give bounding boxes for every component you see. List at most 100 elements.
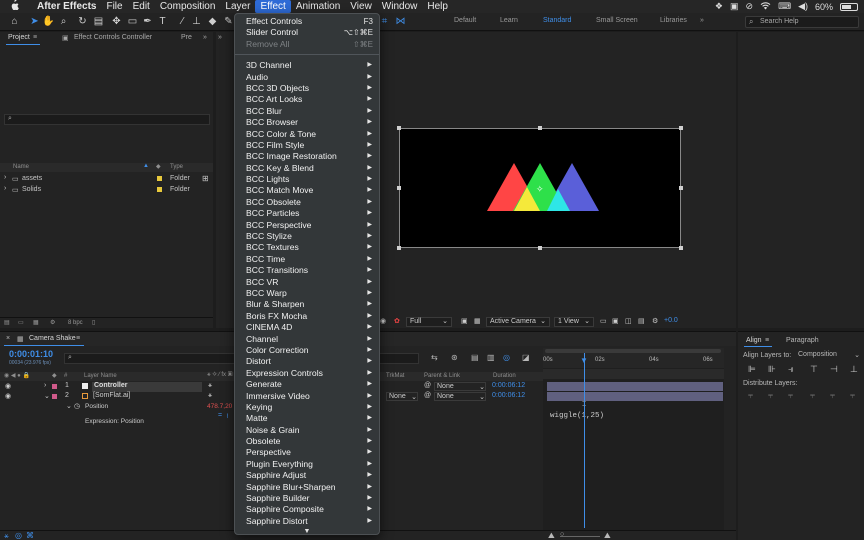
viewer-overflow-icon[interactable]: » — [218, 34, 222, 41]
dropbox-icon[interactable]: ❖ — [715, 1, 723, 12]
menu-item-bcc-particles[interactable]: BCC Particles ▶ — [235, 208, 379, 219]
menu-item-generate[interactable]: Generate ▶ — [235, 379, 379, 390]
workspace-libraries[interactable]: Libraries — [660, 17, 687, 24]
chevron-right-icon[interactable]: › — [4, 185, 6, 192]
menu-item-bcc-film-style[interactable]: BCC Film Style ▶ — [235, 140, 379, 151]
chevron-right-icon[interactable]: › — [44, 382, 46, 389]
align-bottom-icon[interactable]: ⊥ — [850, 364, 858, 375]
scroll-down-arrow-icon[interactable]: ▼ — [235, 527, 379, 537]
menu-item-noise-grain[interactable]: Noise & Grain ▶ — [235, 425, 379, 436]
column-layer-name[interactable]: Layer Name — [84, 373, 117, 379]
zoom-slider-handle[interactable]: ○ — [560, 531, 564, 538]
transform-handle[interactable] — [538, 126, 542, 130]
exposure-value[interactable]: +0.0 — [664, 317, 678, 324]
label-column-icon[interactable]: ◆ — [156, 163, 161, 170]
menu-item-color-correction[interactable]: Color Correction ▶ — [235, 345, 379, 356]
menu-item-perspective[interactable]: Perspective ▶ — [235, 447, 379, 458]
tab-camera-shake[interactable]: Camera Shake — [29, 335, 76, 342]
menu-item-bcc-warp[interactable]: BCC Warp ▶ — [235, 288, 379, 299]
transform-handle[interactable] — [679, 246, 683, 250]
sort-icon[interactable]: ▲ — [143, 163, 149, 169]
menu-animation[interactable]: Animation — [291, 0, 345, 13]
column-name[interactable]: Name — [13, 164, 29, 170]
menu-item-sapphire-blur-sharpen[interactable]: Sapphire Blur+Sharpen ▶ — [235, 482, 379, 493]
tab-project[interactable]: Project — [8, 34, 30, 41]
align-target-select[interactable]: Composition ⌄ — [796, 351, 860, 360]
align-horizontal-center-icon[interactable]: ⊪ — [768, 364, 776, 375]
transfer-controls-icon[interactable]: ◎ — [15, 531, 22, 540]
transform-handle[interactable] — [397, 126, 401, 130]
workspace-standard[interactable]: Standard — [543, 17, 571, 24]
workspace-default[interactable]: Default — [454, 17, 476, 24]
apple-menu-icon[interactable] — [10, 0, 22, 13]
stopwatch-icon[interactable]: ◷ — [74, 402, 80, 410]
panel-overflow-icon[interactable]: » — [203, 34, 207, 41]
tab-paragraph[interactable]: Paragraph — [786, 337, 819, 344]
menu-item-sapphire-builder[interactable]: Sapphire Builder ▶ — [235, 493, 379, 504]
eraser-tool-icon[interactable]: ◆ — [206, 15, 219, 28]
menu-item-bcc-transitions[interactable]: BCC Transitions ▶ — [235, 265, 379, 276]
layer-name[interactable]: [SomFlat.ai] — [93, 392, 130, 399]
align-top-icon[interactable]: ⊤ — [810, 364, 818, 375]
layer-duration[interactable]: 0:00:06:12 — [492, 392, 525, 399]
current-time[interactable]: 0:00:01:10 — [9, 349, 53, 359]
menu-item-keying[interactable]: Keying ▶ — [235, 402, 379, 413]
battery-percent[interactable]: 60% — [815, 2, 833, 12]
hand-tool-icon[interactable]: ✋ — [42, 15, 55, 28]
exposure-icon[interactable]: ⚙ — [652, 317, 658, 325]
menu-item-blur-sharpen[interactable]: Blur & Sharpen ▶ — [235, 299, 379, 310]
snapshot-icon[interactable]: ◉ — [380, 317, 386, 325]
workspace-learn[interactable]: Learn — [500, 17, 518, 24]
anchor-point-icon[interactable]: ✧ — [536, 185, 544, 195]
menu-item-bcc-lights[interactable]: BCC Lights ▶ — [235, 174, 379, 185]
new-composition-icon[interactable]: ▦ — [33, 319, 39, 326]
menu-item-obsolete[interactable]: Obsolete ▶ — [235, 436, 379, 447]
expression-enable-icon[interactable]: = — [218, 412, 222, 419]
menu-item-expression-controls[interactable]: Expression Controls ▶ — [235, 368, 379, 379]
transform-handle[interactable] — [397, 186, 401, 190]
new-folder-icon[interactable]: ▭ — [18, 319, 24, 326]
current-time-indicator[interactable] — [584, 353, 585, 528]
label-color[interactable] — [157, 187, 162, 192]
pen-tool-icon[interactable]: ✒ — [141, 15, 154, 28]
shy-icon[interactable]: ⚹ — [208, 392, 212, 400]
eye-icon[interactable]: ◉ — [5, 382, 11, 390]
draft-3d-icon[interactable]: ▣ — [612, 317, 619, 325]
parent-select[interactable]: None ⌄ — [434, 382, 486, 391]
home-icon[interactable]: ⌂ — [8, 15, 21, 28]
zoom-in-icon[interactable]: ⛰ — [604, 531, 611, 540]
parent-select[interactable]: None ⌄ — [434, 392, 486, 401]
region-of-interest-icon[interactable]: ▣ — [461, 317, 468, 325]
layer-duration[interactable]: 0:00:06:12 — [492, 382, 525, 389]
color-channels-icon[interactable]: ✿ — [394, 317, 400, 325]
hide-shy-layers-icon[interactable]: ▤ — [471, 353, 479, 362]
trkmat-select[interactable]: None ⌄ — [386, 392, 418, 401]
layer-switches-icon[interactable]: ⚹ — [4, 531, 9, 540]
menu-item-effect-controls[interactable]: Effect Controls F3 — [235, 16, 379, 27]
menu-item-bcc-blur[interactable]: BCC Blur ▶ — [235, 106, 379, 117]
menu-item-bcc-art-looks[interactable]: BCC Art Looks ▶ — [235, 94, 379, 105]
expression-code[interactable]: wiggle(1,25) — [550, 412, 604, 420]
search-help-input[interactable]: ⌕ Search Help — [745, 16, 859, 28]
layer-bar[interactable] — [547, 392, 723, 401]
menu-composition[interactable]: Composition — [155, 0, 221, 13]
layer-name[interactable]: Controller — [92, 382, 202, 392]
in-out-icon[interactable]: ⌘ — [26, 531, 34, 540]
menu-item-matte[interactable]: Matte ▶ — [235, 413, 379, 424]
distribute-right-icon[interactable]: ⫧ — [850, 390, 855, 401]
composition-canvas[interactable]: ✧ — [399, 128, 681, 248]
chevron-down-icon[interactable]: ⌄ — [66, 402, 72, 410]
transform-handle[interactable] — [397, 246, 401, 250]
bpc-label[interactable]: 8 bpc — [68, 320, 83, 326]
menu-item-slider-control[interactable]: Slider Control ⌥⇧⌘E — [235, 27, 379, 38]
distribute-top-icon[interactable]: ⫧ — [748, 390, 753, 401]
camera-tool-icon[interactable]: ▤ — [92, 15, 105, 28]
menu-item-bcc-image-restoration[interactable]: BCC Image Restoration ▶ — [235, 151, 379, 162]
align-left-icon[interactable]: ⊫ — [748, 364, 756, 375]
time-ruler[interactable]: 00s 02s 04s 06s ▼ — [543, 348, 724, 368]
pan-behind-tool-icon[interactable]: ✥ — [110, 15, 123, 28]
align-right-icon[interactable]: ⫣ — [788, 364, 793, 375]
menu-item-bcc-browser[interactable]: BCC Browser ▶ — [235, 117, 379, 128]
menu-after-effects[interactable]: After Effects — [32, 0, 101, 13]
menu-item-sapphire-adjust[interactable]: Sapphire Adjust ▶ — [235, 470, 379, 481]
